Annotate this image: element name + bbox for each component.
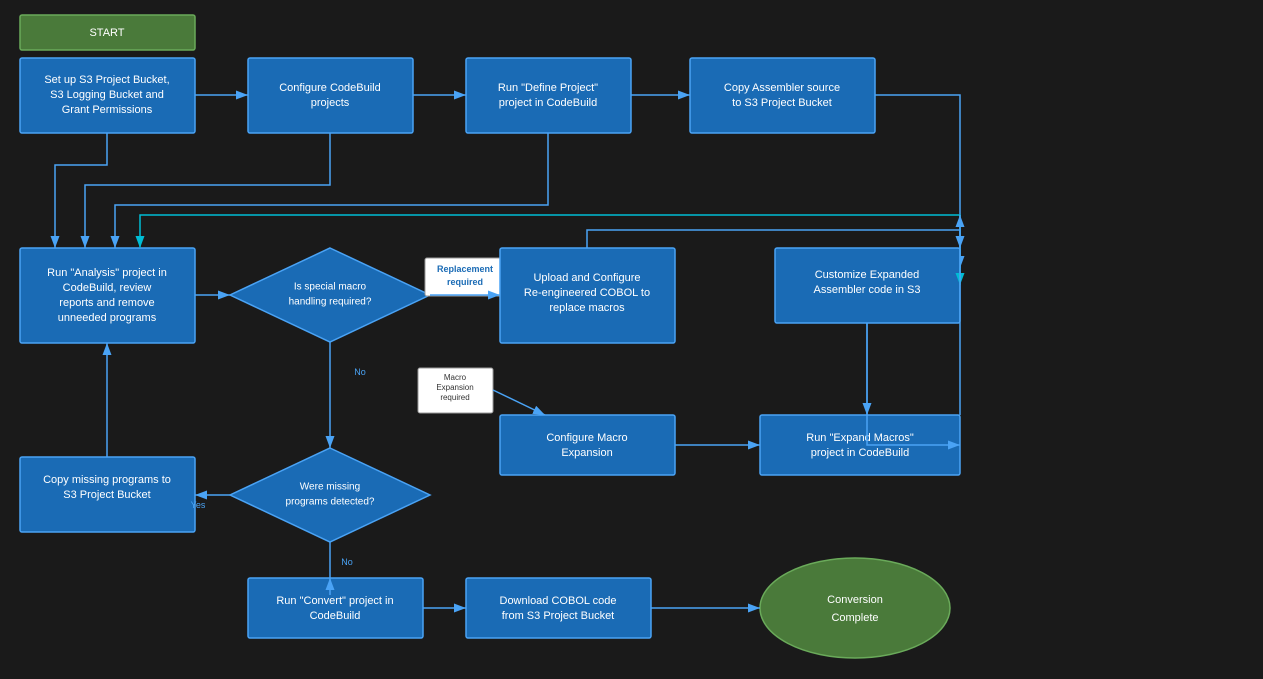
macro-label2: Expansion [436, 383, 473, 392]
step4-node [690, 58, 875, 133]
step9-label: Run "Expand Macros" [806, 432, 914, 444]
step5-label4: unneeded programs [58, 312, 157, 324]
step3-label: Run "Define Project" [498, 82, 598, 94]
step10-label: Copy missing programs to [43, 474, 171, 486]
step5-label: Run "Analysis" project in [47, 267, 167, 279]
yes-label: Yes [191, 500, 206, 510]
diamond1-label: Is special macro [294, 282, 367, 293]
step2-label: Configure CodeBuild [279, 82, 381, 94]
diamond2-label2: programs detected? [286, 497, 375, 508]
step6-label2: Re-engineered COBOL to [524, 287, 650, 299]
step1-label2: S3 Logging Bucket and [50, 89, 164, 101]
start-label: START [89, 27, 124, 39]
step12-label: Download COBOL code [500, 595, 617, 607]
step6-label3: replace macros [549, 302, 625, 314]
step5-node [20, 248, 195, 343]
no2-label: No [341, 557, 353, 567]
arrow-6-loop [587, 230, 960, 248]
arrow-loop1 [55, 133, 107, 248]
step7-label2: Assembler code in S3 [814, 284, 921, 296]
end-label2: Complete [831, 612, 878, 624]
replacement-label2: required [447, 277, 483, 287]
step10-label2: S3 Project Bucket [63, 489, 150, 501]
step7-label: Customize Expanded [815, 269, 920, 281]
step2-node [248, 58, 413, 133]
step2-label2: projects [311, 97, 350, 109]
step5-label3: reports and remove [59, 297, 154, 309]
arrow-4-7 [875, 95, 960, 268]
diagram-container: START Set up S3 Project Bucket, S3 Loggi… [0, 0, 1263, 679]
flowchart-svg: START Set up S3 Project Bucket, S3 Loggi… [0, 0, 1263, 679]
diamond2-label: Were missing [300, 482, 360, 493]
step5-label2: CodeBuild, review [63, 282, 152, 294]
arrow-macro-8 [493, 390, 545, 415]
arrow-loop2 [85, 133, 330, 248]
step11-node [248, 578, 423, 638]
step11-label: Run "Convert" project in [276, 595, 393, 607]
step8-label2: Expansion [561, 447, 612, 459]
macro-label1: Macro [444, 373, 467, 382]
replacement-label1: Replacement [437, 264, 493, 274]
end-label1: Conversion [827, 594, 883, 606]
arrow-loop3 [115, 133, 548, 248]
diamond1-node [230, 248, 430, 342]
diamond1-label2: handling required? [289, 297, 372, 308]
step1-label3: Grant Permissions [62, 104, 153, 116]
step1-label: Set up S3 Project Bucket, [44, 74, 169, 86]
step12-label2: from S3 Project Bucket [502, 610, 615, 622]
no1-label: No [354, 367, 366, 377]
step11-label2: CodeBuild [310, 610, 361, 622]
step8-node [500, 415, 675, 475]
step3-label2: project in CodeBuild [499, 97, 597, 109]
step3-node [466, 58, 631, 133]
end-node [760, 558, 950, 658]
macro-label3: required [440, 393, 469, 402]
step9-label2: project in CodeBuild [811, 447, 909, 459]
step8-label: Configure Macro [546, 432, 627, 444]
step6-label: Upload and Configure [533, 272, 640, 284]
step4-label2: to S3 Project Bucket [732, 97, 832, 109]
step4-label: Copy Assembler source [724, 82, 840, 94]
diamond2-node [230, 448, 430, 542]
step12-node [466, 578, 651, 638]
